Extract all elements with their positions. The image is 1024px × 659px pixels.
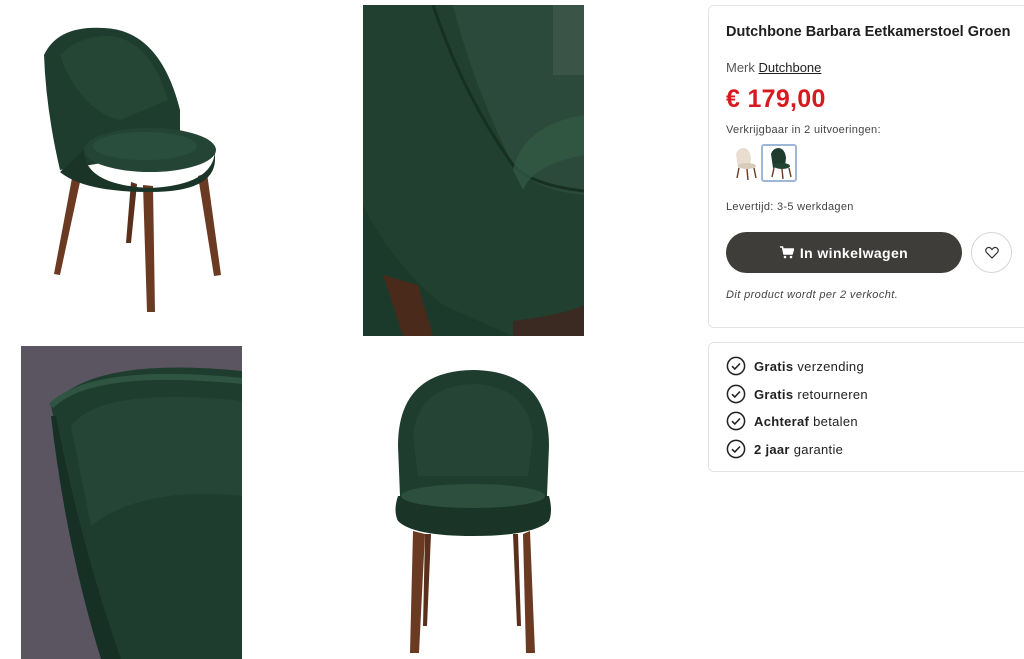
delivery-time: Levertijd: 3-5 werkdagen (726, 201, 854, 213)
usp-item: Gratis verzending (726, 356, 864, 376)
usp-box: Gratis verzending Gratis retourneren Ach… (708, 342, 1024, 472)
green-chair-thumbnail (771, 148, 792, 180)
usp-item: Achteraf betalen (726, 411, 858, 431)
check-circle-icon (726, 411, 746, 431)
check-circle-icon (726, 439, 746, 459)
usp-bold: Gratis (754, 386, 794, 402)
usp-bold: 2 jaar (754, 441, 790, 457)
variant-swatch-beige[interactable] (726, 144, 762, 182)
usp-item: Gratis retourneren (726, 384, 868, 404)
product-image-3[interactable] (21, 346, 242, 659)
add-to-cart-button[interactable]: In winkelwagen (726, 232, 962, 273)
variants-label: Verkrijgbaar in 2 uitvoeringen: (726, 124, 881, 136)
usp-bold: Gratis (754, 358, 794, 374)
chair-seat-detail-illustration (363, 5, 584, 336)
variant-swatch-green[interactable] (761, 144, 797, 182)
cart-icon (779, 246, 794, 259)
usp-bold: Achteraf (754, 413, 810, 429)
add-to-cart-label: In winkelwagen (799, 244, 909, 261)
wishlist-button[interactable] (971, 232, 1012, 273)
check-circle-icon (726, 384, 746, 404)
usp-text: retourneren (797, 386, 868, 402)
usp-text: betalen (813, 413, 858, 429)
brand-link[interactable]: Dutchbone (759, 60, 822, 75)
product-title: Dutchbone Barbara Eetkamerstoel Groen (726, 24, 1011, 40)
sold-per-two-note: Dit product wordt per 2 verkocht. (726, 289, 899, 301)
chair-front-illustration (363, 346, 584, 659)
usp-text: garantie (793, 441, 844, 457)
beige-chair-thumbnail (736, 148, 757, 181)
chair-back-detail-illustration (21, 346, 242, 659)
product-brand: Merk Dutchbone (726, 60, 821, 75)
usp-item: 2 jaar garantie (726, 439, 843, 459)
brand-prefix: Merk (726, 60, 755, 75)
chair-side-illustration (0, 0, 260, 330)
product-image-4[interactable] (363, 346, 584, 659)
product-image-2[interactable] (363, 5, 584, 336)
product-price: € 179,00 (726, 85, 826, 113)
heart-icon (984, 246, 999, 259)
usp-text: verzending (797, 358, 864, 374)
product-image-1[interactable] (0, 0, 260, 330)
check-circle-icon (726, 356, 746, 376)
product-buy-box: Dutchbone Barbara Eetkamerstoel Groen Me… (708, 5, 1024, 328)
